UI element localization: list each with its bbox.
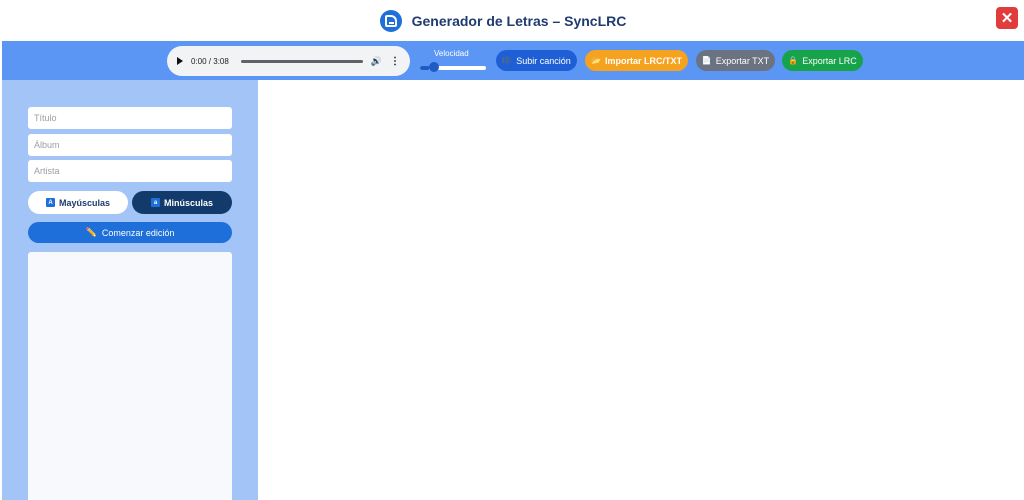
pencil-icon: ✏️: [85, 227, 97, 237]
album-input[interactable]: Álbum: [28, 134, 232, 156]
artist-input[interactable]: Artista: [28, 160, 232, 182]
title-input[interactable]: Título: [28, 107, 232, 129]
play-icon[interactable]: [177, 57, 183, 65]
export-txt-button[interactable]: 📄 Exportar TXT: [696, 50, 775, 71]
upload-song-label: Subir canción: [516, 55, 571, 66]
uppercase-icon: A: [45, 198, 55, 207]
title-group: Generador de Letras – SyncLRC: [379, 9, 627, 32]
album-placeholder: Álbum: [34, 140, 60, 150]
lyrics-textarea[interactable]: [28, 252, 232, 500]
lowercase-button[interactable]: a Minúsculas: [132, 191, 232, 214]
more-options-icon[interactable]: ⋮: [390, 56, 400, 67]
folder-icon: 📂: [591, 56, 601, 65]
export-lrc-button[interactable]: 🔒 Exportar LRC: [782, 50, 863, 71]
start-editing-button[interactable]: ✏️ Comenzar edición: [28, 222, 232, 243]
volume-icon[interactable]: 🔊: [371, 56, 382, 67]
time-display: 0:00 / 3:08: [191, 56, 229, 66]
lowercase-icon: a: [150, 198, 160, 207]
upload-song-button[interactable]: 🎼 Subir canción: [496, 50, 577, 71]
export-txt-label: Exportar TXT: [715, 55, 770, 66]
audio-player[interactable]: 0:00 / 3:08 🔊 ⋮: [167, 46, 410, 76]
seek-slider[interactable]: [240, 59, 363, 63]
toolbar: 0:00 / 3:08 🔊 ⋮ Velocidad 🎼 Subir canció…: [2, 41, 1024, 80]
close-icon: ✕: [1000, 9, 1014, 27]
import-label: Importar LRC/TXT: [604, 55, 682, 66]
lyrics-doc-icon: [379, 9, 402, 32]
lowercase-label: Minúsculas: [163, 197, 213, 208]
start-editing-label: Comenzar edición: [101, 227, 175, 238]
uppercase-button[interactable]: A Mayúsculas: [28, 191, 128, 214]
music-notes-icon: 🎼: [502, 56, 513, 65]
export-lrc-label: Exportar LRC: [802, 55, 857, 66]
app-title: Generador de Letras – SyncLRC: [411, 12, 627, 29]
title-placeholder: Título: [34, 113, 57, 123]
close-button[interactable]: ✕: [996, 7, 1018, 29]
lock-icon: 🔒: [788, 56, 799, 65]
title-bar: Generador de Letras – SyncLRC ✕: [0, 0, 1024, 41]
main-content-area: [258, 80, 1024, 500]
speed-slider-thumb[interactable]: [428, 62, 439, 72]
speed-control: Velocidad: [420, 44, 490, 76]
import-lrc-txt-button[interactable]: 📂 Importar LRC/TXT: [585, 50, 688, 71]
sidebar: Título Álbum Artista A Mayúsculas a Minú…: [2, 80, 258, 500]
uppercase-label: Mayúsculas: [58, 197, 111, 208]
speed-label: Velocidad: [434, 49, 469, 58]
artist-placeholder: Artista: [34, 166, 60, 176]
document-icon: 📄: [701, 56, 712, 65]
